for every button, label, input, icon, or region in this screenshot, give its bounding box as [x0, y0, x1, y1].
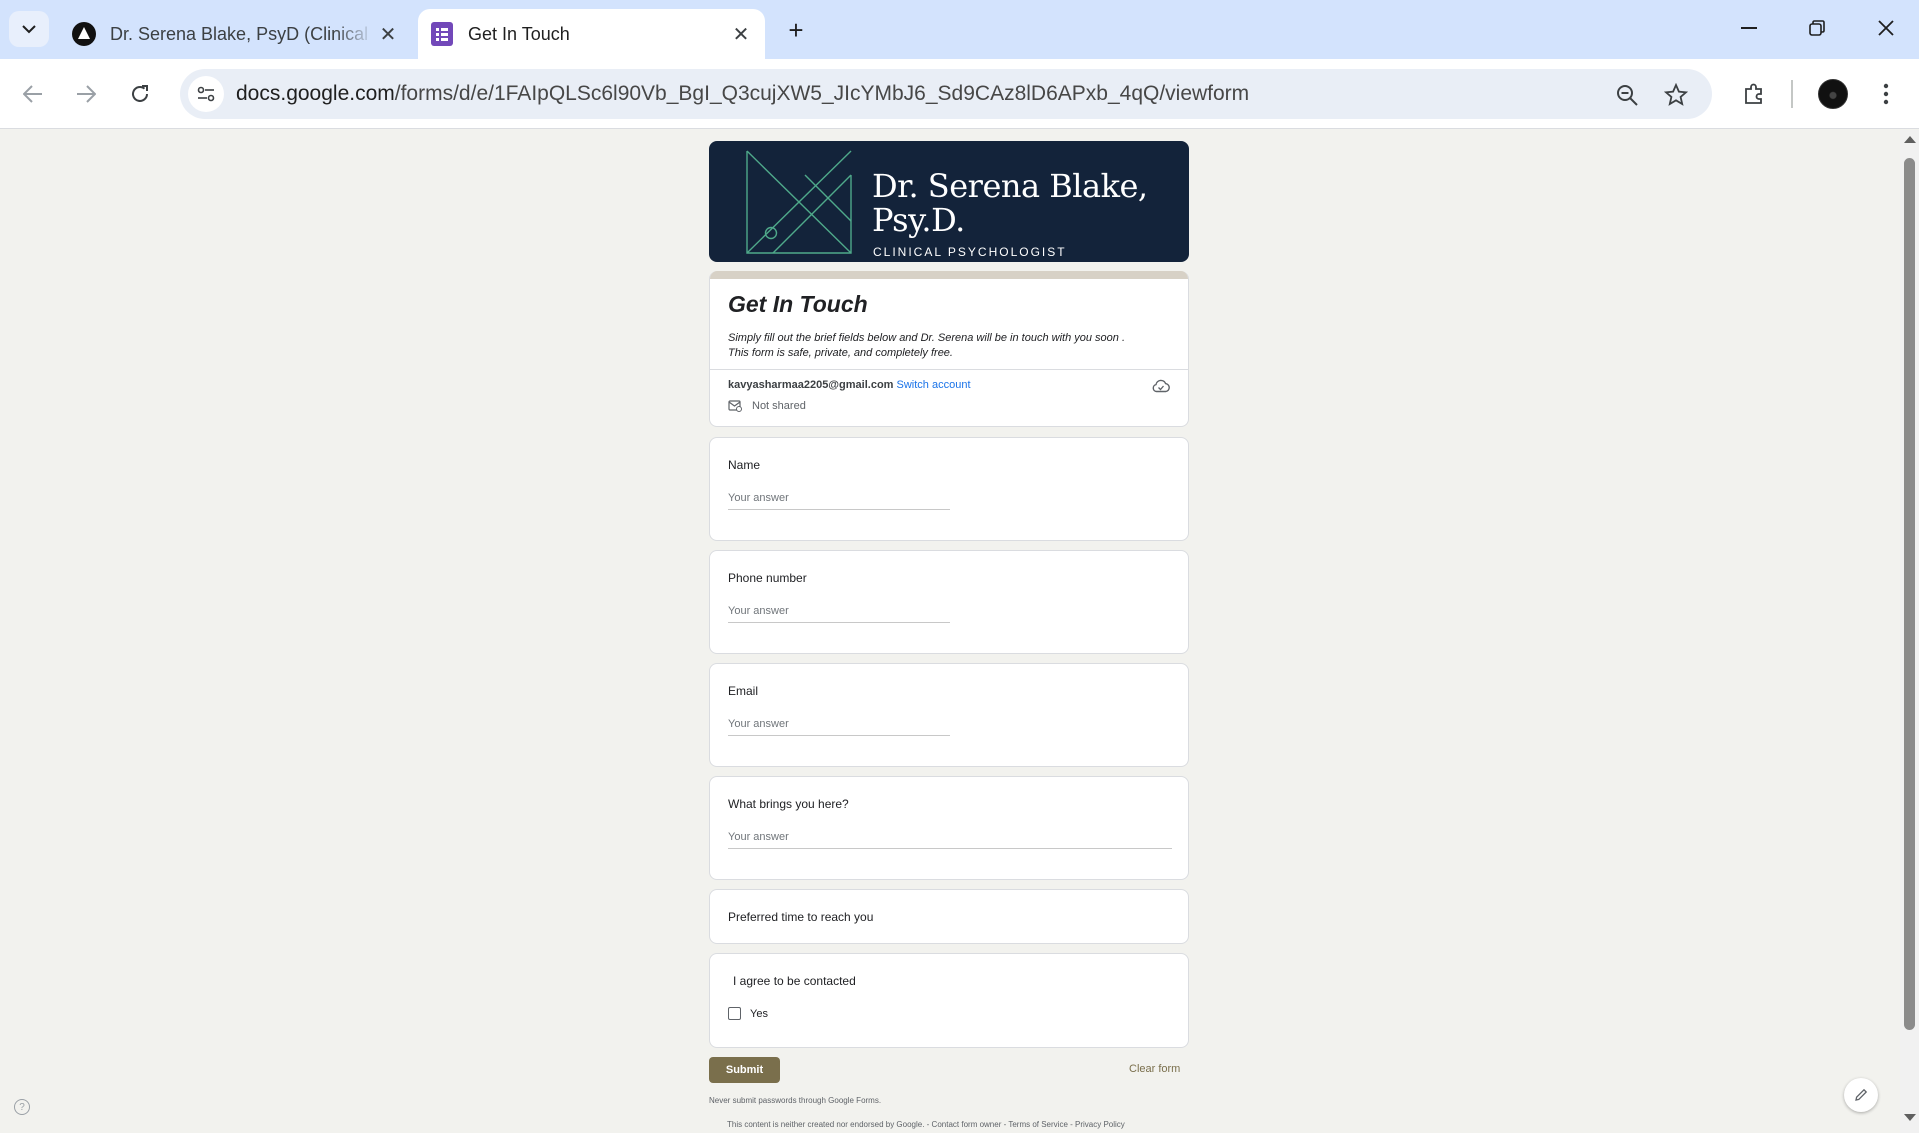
tab-strip: Dr. Serena Blake, PsyD (Clinical Psychol… — [0, 0, 1919, 59]
new-tab-button[interactable]: + — [780, 14, 812, 46]
account-email: kavyasharmaa2205@gmail.com — [728, 379, 894, 391]
restore-icon[interactable] — [1789, 8, 1845, 48]
question-label: Email — [728, 684, 759, 698]
triangle-logo-icon — [72, 22, 96, 46]
site-info-icon[interactable] — [188, 76, 224, 112]
form-banner: Dr. Serena Blake, Psy.D. CLINICAL PSYCHO… — [709, 141, 1189, 262]
profile-avatar[interactable] — [1815, 76, 1851, 112]
scroll-down-arrow[interactable] — [1904, 1114, 1916, 1121]
password-warning: Never submit passwords through Google Fo… — [709, 1096, 882, 1105]
question-consent: I agree to be contacted Yes — [709, 953, 1189, 1048]
name-input[interactable]: Your answer — [728, 492, 950, 510]
tab-title: Get In Touch — [468, 23, 570, 44]
question-email: Email Your answer — [709, 663, 1189, 767]
kebab-menu-icon[interactable] — [1868, 76, 1904, 112]
not-shared-status: Not shared — [728, 400, 806, 412]
reason-input[interactable]: Your answer — [728, 831, 1172, 849]
question-preferred-time: Preferred time to reach you — [709, 889, 1189, 944]
form-header-card: Get In Touch Simply fill out the brief f… — [709, 271, 1189, 427]
minimize-icon[interactable] — [1721, 8, 1777, 48]
clear-form-button[interactable]: Clear form — [1129, 1063, 1180, 1075]
extensions-icon[interactable] — [1736, 76, 1772, 112]
form-title: Get In Touch — [728, 291, 868, 317]
geometric-logo-icon — [746, 150, 852, 254]
url-text: docs.google.com/forms/d/e/1FAIpQLSc6l90V… — [236, 82, 1250, 105]
form-footer: This content is neither created nor endo… — [727, 1120, 1125, 1129]
close-tab-icon[interactable]: ✕ — [727, 20, 755, 48]
tab-get-in-touch[interactable]: Get In Touch ✕ — [418, 9, 765, 59]
bookmark-star-icon[interactable] — [1663, 82, 1689, 108]
question-label: Preferred time to reach you — [728, 910, 874, 924]
header-divider — [710, 369, 1188, 370]
question-label: What brings you here? — [728, 797, 849, 811]
back-icon[interactable] — [15, 76, 51, 112]
google-forms-icon — [430, 22, 454, 46]
banner-name: Dr. Serena Blake, Psy.D. — [872, 167, 1148, 239]
question-label: Name — [728, 458, 761, 472]
submit-button[interactable]: Submit — [709, 1057, 780, 1083]
avatar — [1818, 79, 1848, 109]
question-reason: What brings you here? Your answer — [709, 776, 1189, 880]
agree-option-label: Yes — [750, 1007, 768, 1020]
agree-option[interactable]: Yes — [728, 1007, 768, 1020]
email-input[interactable]: Your answer — [728, 718, 950, 736]
close-window-icon[interactable] — [1858, 8, 1914, 48]
question-label: Phone number — [728, 571, 807, 585]
zoom-icon[interactable] — [1614, 82, 1640, 108]
tab-serena-blake[interactable]: Dr. Serena Blake, PsyD (Clinical Psychol… — [60, 9, 412, 59]
chevron-down-icon — [22, 25, 36, 34]
cloud-save-icon[interactable] — [1152, 379, 1170, 398]
address-bar[interactable]: docs.google.com/forms/d/e/1FAIpQLSc6l90V… — [180, 69, 1712, 119]
question-label: I agree to be contacted — [733, 974, 856, 988]
reload-icon[interactable] — [122, 76, 158, 112]
scroll-thumb[interactable] — [1904, 158, 1915, 1030]
toolbar-divider — [1791, 80, 1793, 108]
agree-checkbox[interactable] — [728, 1007, 741, 1020]
browser-toolbar: docs.google.com/forms/d/e/1FAIpQLSc6l90V… — [0, 59, 1919, 129]
header-accent-band — [710, 271, 1188, 279]
close-tab-icon[interactable]: ✕ — [374, 20, 402, 48]
forward-icon[interactable] — [68, 76, 104, 112]
help-icon[interactable]: ? — [14, 1099, 30, 1115]
page-scrollbar[interactable] — [1900, 130, 1919, 1133]
form-description: Simply fill out the brief fields below a… — [728, 332, 1126, 359]
edit-pencil-icon[interactable] — [1844, 1078, 1878, 1112]
question-phone: Phone number Your answer — [709, 550, 1189, 654]
banner-subtitle: CLINICAL PSYCHOLOGIST — [873, 245, 1067, 259]
tab-search-button[interactable] — [9, 11, 49, 47]
mail-off-icon — [728, 400, 742, 412]
phone-input[interactable]: Your answer — [728, 605, 950, 623]
question-name: Name Your answer — [709, 437, 1189, 541]
scroll-up-arrow[interactable] — [1904, 136, 1916, 143]
switch-account-link[interactable]: Switch account — [897, 379, 971, 391]
form-page: Dr. Serena Blake, Psy.D. CLINICAL PSYCHO… — [0, 130, 1900, 1133]
tab-title: Dr. Serena Blake, PsyD (Clinical Psychol… — [110, 23, 374, 44]
account-line: kavyasharmaa2205@gmail.com Switch accoun… — [728, 379, 971, 391]
